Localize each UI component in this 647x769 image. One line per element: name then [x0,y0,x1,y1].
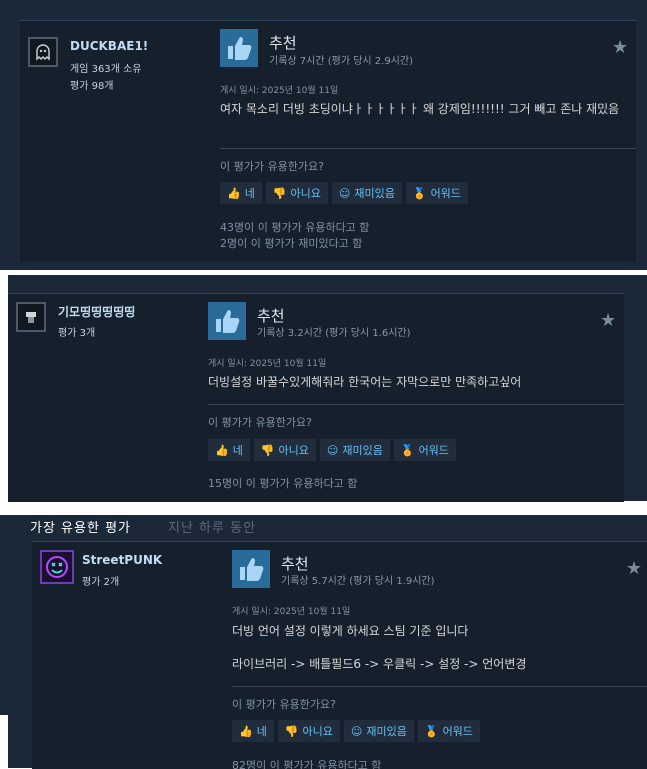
divider [232,686,647,687]
avatar[interactable] [28,37,58,67]
thumbs-up-icon: 👍 [227,186,241,200]
helpful-count: 43명이 이 평가가 유용하다고 함 [220,221,370,234]
author-name[interactable]: DUCKBAE1! [70,39,148,53]
thumbs-down-icon: 👎 [272,186,287,200]
posted-date: 게시 일시: 2025년 10월 11일 [232,607,351,617]
helpful-count: 15명이 이 평가가 유용하다고 함 [208,477,358,490]
posted-date: 게시 일시: 2025년 10월 11일 [220,86,339,96]
award-icon: 🏅 [400,443,415,457]
vote-buttons: 👍 네 👎 아니요 ☺ 재미있음 🏅 어워드 [208,439,456,461]
recommendation-title[interactable]: 추천 [281,553,309,574]
playtime-hours: 기록상 3.2시간 (평가 당시 1.6시간) [257,328,411,339]
thumbs-up-icon: 👍 [239,724,253,738]
review-count[interactable]: 평가 2개 [82,573,119,588]
vote-no-button[interactable]: 👎 아니요 [265,182,328,204]
smiley-icon: ☺ [338,186,351,200]
vote-no-button[interactable]: 👎 아니요 [253,439,316,461]
posted-date: 게시 일시: 2025년 10월 11일 [208,359,327,369]
thumbs-down-icon: 👎 [284,724,299,738]
playtime-hours: 기록상 7시간 (평가 당시 2.9시간) [269,56,413,67]
star-icon[interactable]: ★ [612,37,628,58]
vote-funny-button[interactable]: ☺ 재미있음 [319,439,390,461]
smiley-icon: ☺ [350,724,363,738]
review-text: 더빙설정 바꿀수있게해줘라 한국어는 자막으로만 만족하고싶어 [208,375,522,389]
vote-yes-label: 네 [256,725,267,738]
review-card-2: 기모띵띵띵띵띵 평가 3개 추천 기록상 3.2시간 (평가 당시 1.6시간)… [8,293,624,502]
vote-funny-button[interactable]: ☺ 재미있음 [343,720,414,742]
award-icon: 🏅 [424,724,439,738]
vote-funny-label: 재미있음 [354,187,395,200]
section-title: 가장 유용한 평가 [30,521,131,536]
section-subtitle: 지난 하루 동안 [168,521,257,536]
thumbs-down-icon: 👎 [260,443,275,457]
review-text: 여자 목소리 더빙 초딩이냐ㅏㅏㅏㅏㅏㅏ 왜 강제임!!!!!!! 그거 빼고 … [220,102,620,116]
playtime-hours: 기록상 5.7시간 (평가 당시 1.9시간) [281,576,435,587]
helpful-question: 이 평가가 유용한가요? [220,160,324,173]
smiley-icon: ☺ [326,443,339,457]
vote-yes-button[interactable]: 👍 네 [220,182,262,204]
vote-buttons: 👍 네 👎 아니요 ☺ 재미있음 🏅 어워드 [232,720,480,742]
review-text: 더빙 언어 설정 이렇게 하세요 스팀 기준 입니다 [232,624,469,638]
vote-funny-label: 재미있음 [342,444,383,457]
vote-no-label: 아니요 [302,725,333,738]
review-card-1: DUCKBAE1! 게임 363개 소유 평가 98개 추천 기록상 7시간 (… [20,20,636,262]
vote-no-label: 아니요 [278,444,309,457]
vote-buttons: 👍 네 👎 아니요 ☺ 재미있음 🏅 어워드 [220,182,468,204]
vote-no-button[interactable]: 👎 아니요 [277,720,340,742]
vote-yes-button[interactable]: 👍 네 [232,720,274,742]
vote-funny-label: 재미있음 [366,725,407,738]
funny-count: 2명이 이 평가가 재미있다고 함 [220,237,363,250]
helpful-count: 82명이 이 평가가 유용하다고 함 [232,759,382,769]
avatar[interactable] [40,550,74,584]
games-owned[interactable]: 게임 363개 소유 [70,60,141,75]
vote-yes-label: 네 [244,187,255,200]
award-button[interactable]: 🏅 어워드 [393,439,456,461]
author-name[interactable]: 기모띵띵띵띵띵 [58,303,135,320]
figure-icon [26,312,36,323]
award-button[interactable]: 🏅 어워드 [405,182,468,204]
thumbs-up-icon [220,29,258,67]
star-icon[interactable]: ★ [600,310,616,331]
vote-yes-label: 네 [232,444,243,457]
helpful-question: 이 평가가 유용한가요? [208,416,312,429]
review-count[interactable]: 평가 98개 [70,77,114,92]
award-icon: 🏅 [412,186,427,200]
neon-smiley-icon [46,556,68,578]
thumbs-up-icon [232,550,270,588]
vote-yes-button[interactable]: 👍 네 [208,439,250,461]
thumbs-up-icon [208,302,246,340]
author-name[interactable]: StreetPUNK [82,553,162,567]
review-count[interactable]: 평가 3개 [58,324,95,339]
avatar[interactable] [16,302,46,332]
recommendation-title[interactable]: 추천 [257,305,285,326]
star-icon[interactable]: ★ [626,558,642,579]
vote-funny-button[interactable]: ☺ 재미있음 [331,182,402,204]
recommendation-title[interactable]: 추천 [269,32,297,53]
award-label: 어워드 [442,725,473,738]
vote-no-label: 아니요 [290,187,321,200]
thumbs-up-icon: 👍 [215,443,229,457]
award-label: 어워드 [430,187,461,200]
review-card-3: StreetPUNK 평가 2개 추천 기록상 5.7시간 (평가 당시 1.9… [32,541,647,769]
award-button[interactable]: 🏅 어워드 [417,720,480,742]
divider [208,404,624,405]
ghost-icon [36,44,50,61]
award-label: 어워드 [418,444,449,457]
helpful-question: 이 평가가 유용한가요? [232,698,336,711]
divider [220,148,636,149]
review-text-line2: 라이브러리 -> 배틀필드6 -> 우클릭 -> 설정 -> 언어변경 [232,657,527,671]
